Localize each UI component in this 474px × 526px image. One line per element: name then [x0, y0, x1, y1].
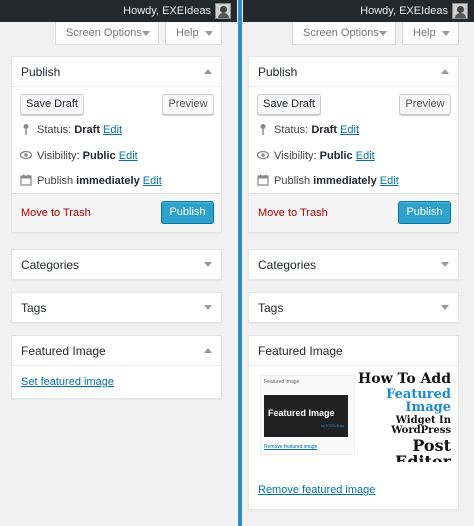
publish-box-title[interactable]: Publish [21, 65, 60, 79]
publish-box: Publish Save Draft Preview Status: Draft… [11, 56, 222, 233]
tags-box: Tags [11, 292, 222, 323]
howdy-user-label[interactable]: Howdy, EXEIdeas [123, 5, 211, 17]
remove-featured-image-link[interactable]: Remove featured image [258, 484, 375, 496]
expand-toggle-icon[interactable] [441, 305, 449, 310]
collapse-toggle-icon[interactable] [204, 348, 212, 353]
edit-status-link[interactable]: Edit [340, 124, 359, 136]
status-row: Status: Draft Edit [257, 123, 359, 137]
chevron-down-icon [205, 31, 213, 36]
chevron-down-icon [379, 31, 387, 36]
thumbnail-headline: How To Add Featured Image Widget In Word… [358, 371, 451, 462]
divider-line [238, 0, 242, 526]
publish-box: Publish Save Draft Preview Status: Draft… [248, 56, 459, 233]
calendar-icon [20, 174, 32, 186]
tags-title[interactable]: Tags [21, 301, 46, 315]
edit-date-link[interactable]: Edit [380, 175, 399, 187]
expand-toggle-icon[interactable] [204, 305, 212, 310]
set-featured-image-link[interactable]: Set featured image [21, 376, 114, 388]
categories-title[interactable]: Categories [21, 258, 79, 272]
calendar-icon [257, 174, 269, 186]
featured-image-title[interactable]: Featured Image [258, 344, 343, 358]
move-to-trash-link[interactable]: Move to Trash [258, 207, 328, 219]
help-label: Help [176, 27, 199, 39]
left-panel: Howdy, EXEIdeas Screen Options Help Publ… [0, 0, 237, 526]
admin-bar: Howdy, EXEIdeas [243, 0, 474, 22]
visibility-row: Visibility: Public Edit [20, 149, 138, 163]
help-label: Help [413, 27, 436, 39]
thumbnail-dark-banner: Featured Image by EXEIdeas [264, 395, 348, 437]
major-publishing-actions: Move to Trash Publish [249, 193, 458, 232]
edit-visibility-link[interactable]: Edit [119, 150, 138, 162]
collapse-toggle-icon[interactable] [441, 69, 449, 74]
featured-image-title[interactable]: Featured Image [21, 344, 106, 358]
avatar-icon[interactable] [215, 3, 231, 19]
thumbnail-widget-preview: Featured Image Featured Image by EXEIdea… [260, 375, 355, 455]
edit-date-link[interactable]: Edit [143, 175, 162, 187]
categories-box: Categories [11, 249, 222, 280]
screen-options-label: Screen Options [66, 27, 142, 39]
tags-box: Tags [248, 292, 459, 323]
save-draft-button[interactable]: Save Draft [20, 94, 84, 115]
featured-image-thumbnail[interactable]: Featured Image Featured Image by EXEIdea… [258, 370, 451, 462]
right-panel: Howdy, EXEIdeas Screen Options Help Publ… [243, 0, 474, 526]
avatar-icon[interactable] [452, 3, 468, 19]
categories-title[interactable]: Categories [258, 258, 316, 272]
visibility-row: Visibility: Public Edit [257, 149, 375, 163]
edit-status-link[interactable]: Edit [103, 124, 122, 136]
publish-button[interactable]: Publish [398, 201, 451, 224]
screen-options-tab[interactable]: Screen Options [292, 22, 396, 45]
move-to-trash-link[interactable]: Move to Trash [21, 207, 91, 219]
expand-toggle-icon[interactable] [204, 262, 212, 267]
featured-image-box: Featured Image Set featured image [11, 335, 222, 399]
chevron-down-icon [142, 31, 150, 36]
edit-visibility-link[interactable]: Edit [356, 150, 375, 162]
help-tab[interactable]: Help [165, 22, 222, 45]
screen-options-label: Screen Options [303, 27, 379, 39]
publish-box-title[interactable]: Publish [258, 65, 297, 79]
pin-icon [260, 124, 266, 135]
publish-button[interactable]: Publish [161, 201, 214, 224]
major-publishing-actions: Move to Trash Publish [12, 193, 221, 232]
categories-box: Categories [248, 249, 459, 280]
publish-date-row: Publish immediately Edit [20, 174, 162, 188]
tags-title[interactable]: Tags [258, 301, 283, 315]
admin-bar: Howdy, EXEIdeas [0, 0, 237, 22]
howdy-user-label[interactable]: Howdy, EXEIdeas [360, 5, 448, 17]
featured-image-box: Featured Image Featured Image Featured I… [248, 335, 459, 510]
preview-button[interactable]: Preview [399, 94, 451, 115]
preview-button[interactable]: Preview [162, 94, 214, 115]
collapse-toggle-icon[interactable] [204, 69, 212, 74]
screen-options-tab[interactable]: Screen Options [55, 22, 159, 45]
status-row: Status: Draft Edit [20, 123, 122, 137]
pin-icon [23, 124, 29, 135]
chevron-down-icon [442, 31, 450, 36]
publish-date-row: Publish immediately Edit [257, 174, 399, 188]
eye-icon [20, 150, 32, 160]
save-draft-button[interactable]: Save Draft [257, 94, 321, 115]
eye-icon [257, 150, 269, 160]
help-tab[interactable]: Help [402, 22, 459, 45]
expand-toggle-icon[interactable] [441, 262, 449, 267]
